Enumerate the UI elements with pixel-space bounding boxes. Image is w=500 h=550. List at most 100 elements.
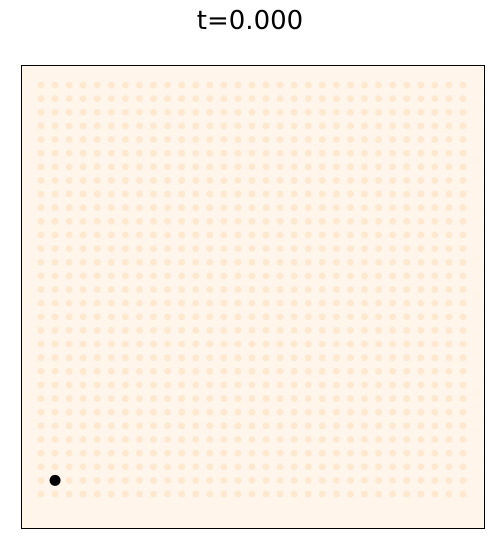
lattice-dot <box>262 299 270 307</box>
lattice-dot <box>79 408 87 416</box>
lattice-dot <box>290 367 298 375</box>
lattice-dot <box>248 340 256 348</box>
lattice-dot <box>333 490 340 498</box>
lattice-dot <box>347 463 354 471</box>
lattice-dot <box>389 422 397 430</box>
lattice-dot <box>192 81 200 89</box>
lattice-dot <box>79 190 87 198</box>
lattice-dot <box>459 231 467 239</box>
lattice-dot <box>206 422 214 430</box>
lattice-dot <box>107 395 115 402</box>
lattice-dot <box>107 177 115 184</box>
lattice-dot <box>220 381 228 389</box>
lattice-dot <box>431 81 439 89</box>
lattice-dot <box>234 122 242 130</box>
lattice-dot <box>347 245 354 253</box>
lattice-dot <box>164 81 172 89</box>
lattice-dot <box>361 449 368 457</box>
lattice-dot <box>403 476 411 484</box>
lattice-dot <box>107 190 115 198</box>
lattice-dot <box>164 122 172 130</box>
marker-point <box>49 474 61 486</box>
lattice-dot <box>459 149 467 157</box>
lattice-dot <box>318 408 326 416</box>
lattice-dot <box>93 299 101 307</box>
lattice-dot <box>276 449 284 457</box>
lattice-dot <box>290 231 298 239</box>
lattice-dot <box>417 354 425 362</box>
lattice-dot <box>37 190 45 198</box>
lattice-dot <box>37 177 45 184</box>
lattice-dot <box>220 217 228 225</box>
lattice-dot <box>347 190 354 198</box>
lattice-dot <box>234 204 242 212</box>
lattice-dot <box>122 149 129 157</box>
lattice-dot <box>290 299 298 307</box>
lattice-dot <box>234 217 242 225</box>
lattice-dot <box>93 136 101 143</box>
lattice-dot <box>361 327 368 334</box>
lattice-dot <box>65 490 73 498</box>
lattice-dot <box>51 367 59 375</box>
lattice-dot <box>290 245 298 253</box>
lattice-dot <box>361 81 368 89</box>
lattice-dot <box>459 449 467 457</box>
lattice-dot <box>234 463 242 471</box>
lattice-dot <box>51 149 59 157</box>
lattice-dot <box>248 122 256 130</box>
lattice-dot <box>304 108 312 116</box>
lattice-dot <box>79 136 87 143</box>
lattice-dot <box>431 122 439 130</box>
lattice-dot <box>403 108 411 116</box>
lattice-dot <box>318 449 326 457</box>
lattice-dot <box>234 327 242 334</box>
lattice-dot <box>107 245 115 253</box>
lattice-dot <box>234 286 242 293</box>
lattice-dot <box>276 476 284 484</box>
lattice-dot <box>178 190 186 198</box>
lattice-dot <box>417 217 425 225</box>
lattice-dot <box>361 299 368 307</box>
lattice-dot <box>417 299 425 307</box>
lattice-dot <box>192 136 200 143</box>
lattice-dot <box>220 177 228 184</box>
lattice-dot <box>318 340 326 348</box>
lattice-dot <box>37 136 45 143</box>
lattice-dot <box>290 313 298 321</box>
lattice-dot <box>122 136 129 143</box>
lattice-dot <box>122 177 129 184</box>
lattice-dot <box>333 327 340 334</box>
lattice-dot <box>234 408 242 416</box>
lattice-dot <box>178 245 186 253</box>
lattice-dot <box>431 463 439 471</box>
lattice-dot <box>262 245 270 253</box>
lattice-dot <box>262 340 270 348</box>
lattice-dot <box>192 299 200 307</box>
lattice-dot <box>318 204 326 212</box>
lattice-dot <box>445 381 453 389</box>
lattice-dot <box>136 190 143 198</box>
lattice-dot <box>318 272 326 280</box>
lattice-dot <box>220 354 228 362</box>
lattice-dot <box>417 149 425 157</box>
lattice-dot <box>304 476 312 484</box>
lattice-dot <box>65 217 73 225</box>
lattice-dot <box>79 149 87 157</box>
lattice-dot <box>459 463 467 471</box>
lattice-dot <box>164 327 172 334</box>
lattice-dot <box>150 217 157 225</box>
lattice-dot <box>347 136 354 143</box>
lattice-dot <box>51 204 59 212</box>
lattice-dot <box>375 190 382 198</box>
lattice-dot <box>234 367 242 375</box>
lattice-dot <box>178 490 186 498</box>
lattice-dot <box>389 258 397 266</box>
lattice-dot <box>150 108 157 116</box>
lattice-dot <box>37 163 45 171</box>
lattice-dot <box>37 108 45 116</box>
lattice-dot <box>276 367 284 375</box>
lattice-dot <box>389 217 397 225</box>
lattice-dot <box>361 245 368 253</box>
lattice-dot <box>192 354 200 362</box>
lattice-dot <box>290 422 298 430</box>
